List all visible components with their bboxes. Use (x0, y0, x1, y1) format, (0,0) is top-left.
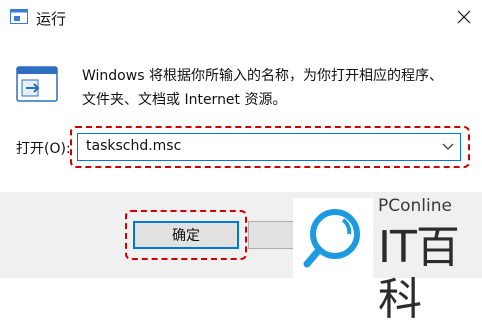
close-button[interactable] (448, 2, 480, 32)
chevron-down-icon[interactable] (441, 141, 455, 153)
run-app-icon (10, 9, 28, 24)
run-dialog: 运行 Windows 将根据你所输入的名称，为你打开相应的程序、 文件夹、文档或… (0, 0, 482, 325)
watermark-brand: PConline (378, 196, 452, 216)
open-combobox[interactable]: taskschd.msc (77, 133, 461, 161)
description-line-2: 文件夹、文档或 Internet 资源。 (82, 92, 287, 108)
title-bar: 运行 (0, 0, 482, 34)
open-label: 打开(O): (16, 141, 71, 157)
pconline-logo (293, 198, 373, 278)
run-program-icon (16, 66, 58, 102)
window-title: 运行 (36, 10, 67, 28)
description-text: Windows 将根据你所输入的名称，为你打开相应的程序、 文件夹、文档或 In… (82, 64, 472, 112)
watermark-name: IT百科 (378, 222, 460, 325)
close-icon (457, 10, 471, 24)
description-line-1: Windows 将根据你所输入的名称，为你打开相应的程序、 (82, 68, 443, 84)
ok-button[interactable]: 确定 (133, 221, 239, 249)
open-input[interactable]: taskschd.msc (86, 138, 181, 154)
